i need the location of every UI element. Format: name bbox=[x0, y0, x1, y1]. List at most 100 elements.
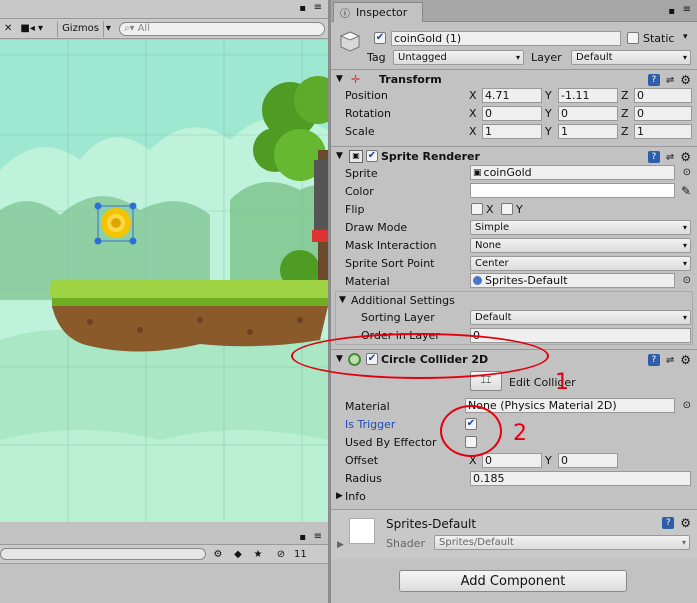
inspector-tab-bar: ⓘ Inspector ▪ ≡ bbox=[331, 0, 697, 22]
position-y-label: Y bbox=[545, 89, 552, 102]
shader-dropdown[interactable]: Sprites/Default ▾ bbox=[434, 535, 690, 550]
scene-search-input[interactable]: ⌕▾ All bbox=[118, 21, 325, 36]
scale-y-field[interactable]: 1 bbox=[558, 124, 618, 139]
help-icon[interactable]: ? bbox=[647, 74, 660, 86]
object-picker-icon[interactable]: ⊙ bbox=[683, 167, 691, 178]
sprite-renderer-enabled-checkbox[interactable]: ✔ bbox=[366, 150, 378, 162]
search-placeholder: All bbox=[137, 23, 150, 34]
camera-icon[interactable]: ■◂ ▾ bbox=[16, 21, 47, 37]
foldout-arrow-icon[interactable]: ▶ bbox=[336, 491, 343, 501]
sorting-layer-dropdown[interactable]: Default ▾ bbox=[470, 310, 691, 325]
foldout-arrow-icon[interactable]: ▼ bbox=[336, 74, 343, 84]
sprite-value: coinGold bbox=[483, 166, 532, 179]
panel-menu-icon-bottom[interactable]: ≡ bbox=[314, 531, 322, 542]
gameobject-name-field[interactable]: coinGold (1) bbox=[391, 31, 621, 46]
layer-value: Default bbox=[576, 52, 613, 63]
static-dropdown-icon[interactable]: ▾ bbox=[683, 32, 688, 42]
gear-icon[interactable]: ⚙ bbox=[680, 73, 691, 87]
flip-x-checkbox[interactable] bbox=[471, 203, 483, 215]
gear-icon[interactable]: ⚙ bbox=[680, 150, 691, 164]
sorting-layer-label: Sorting Layer bbox=[361, 311, 435, 324]
visible-count: 11 bbox=[294, 548, 307, 560]
transform-icon: ✛ bbox=[351, 73, 361, 86]
lock-icon[interactable]: ▪ bbox=[299, 3, 306, 14]
scale-z-field[interactable]: 1 bbox=[634, 124, 692, 139]
add-component-button[interactable]: Add Component bbox=[399, 570, 627, 592]
flip-y-checkbox[interactable] bbox=[501, 203, 513, 215]
position-y-field[interactable]: -1.11 bbox=[558, 88, 618, 103]
rotation-x-field[interactable]: 0 bbox=[482, 106, 542, 121]
foldout-arrow-icon[interactable]: ▶ bbox=[337, 540, 344, 550]
object-picker-icon[interactable]: ⊙ bbox=[683, 400, 691, 411]
sr-material-field[interactable]: Sprites-Default bbox=[470, 273, 675, 288]
help-icon[interactable]: ? bbox=[647, 151, 660, 163]
scene-tab-strip: ▪ ≡ bbox=[0, 0, 328, 19]
eyedropper-icon[interactable]: ✎ bbox=[681, 184, 691, 198]
preset-icon[interactable]: ⇌ bbox=[666, 152, 674, 163]
panel-menu-icon[interactable]: ≡ bbox=[683, 4, 691, 15]
shader-value: Sprites/Default bbox=[439, 537, 514, 548]
hidden-eye-icon[interactable]: ⊘ bbox=[270, 547, 292, 561]
info-foldout-label[interactable]: Info bbox=[345, 490, 366, 503]
static-checkbox[interactable] bbox=[627, 32, 639, 44]
position-z-field[interactable]: 0 bbox=[634, 88, 692, 103]
tag-value: Untagged bbox=[398, 52, 447, 63]
layer-dropdown[interactable]: Default ▾ bbox=[571, 50, 691, 65]
scale-y-label: Y bbox=[545, 125, 552, 138]
gameobject-active-checkbox[interactable]: ✔ bbox=[374, 32, 386, 44]
foldout-arrow-icon[interactable]: ▼ bbox=[336, 151, 343, 161]
label-icon[interactable]: ◆ bbox=[230, 547, 246, 561]
annotation-number-1: 1 bbox=[555, 370, 569, 395]
object-picker-icon[interactable]: ⊙ bbox=[683, 275, 691, 286]
static-label: Static bbox=[643, 32, 675, 45]
edit-collider-icon: ⌶⌶ bbox=[480, 376, 492, 386]
draw-mode-label: Draw Mode bbox=[345, 221, 408, 234]
help-icon[interactable]: ? bbox=[647, 354, 660, 366]
annotation-ellipse-1 bbox=[291, 333, 549, 379]
additional-settings-label[interactable]: Additional Settings bbox=[351, 294, 455, 307]
bg-bush-low bbox=[0, 430, 328, 522]
color-swatch[interactable] bbox=[470, 183, 675, 198]
mask-interaction-dropdown[interactable]: None ▾ bbox=[470, 238, 691, 253]
cc-material-field[interactable]: None (Physics Material 2D) bbox=[465, 398, 675, 413]
sprite-field[interactable]: ▣ coinGold bbox=[470, 165, 675, 180]
help-icon[interactable]: ? bbox=[662, 517, 675, 529]
sprite-sort-point-dropdown[interactable]: Center ▾ bbox=[470, 256, 691, 271]
offset-y-label: Y bbox=[545, 454, 552, 467]
cc-material-label: Material bbox=[345, 400, 390, 413]
filter-icon[interactable]: ⚙ bbox=[210, 547, 226, 561]
scale-x-field[interactable]: 1 bbox=[482, 124, 542, 139]
gameobject-icon bbox=[339, 30, 361, 52]
gear-icon[interactable]: ⚙ bbox=[680, 516, 691, 530]
tools-icon[interactable]: ✕ bbox=[0, 21, 16, 37]
offset-y-field[interactable]: 0 bbox=[558, 453, 618, 468]
position-label: Position bbox=[345, 89, 388, 102]
lock-icon-bottom[interactable]: ▪ bbox=[299, 532, 306, 543]
foldout-arrow-icon[interactable]: ▼ bbox=[339, 295, 346, 305]
draw-mode-dropdown[interactable]: Simple ▾ bbox=[470, 220, 691, 235]
rotation-z-field[interactable]: 0 bbox=[634, 106, 692, 121]
tab-inspector[interactable]: ⓘ Inspector bbox=[333, 2, 423, 22]
position-x-field[interactable]: 4.71 bbox=[482, 88, 542, 103]
transform-header[interactable]: ▼ ✛ Transform ? ⇌ ⚙ bbox=[331, 69, 697, 89]
preset-icon[interactable]: ⇌ bbox=[666, 355, 674, 366]
annotation-ellipse-2 bbox=[440, 405, 502, 457]
sprite-renderer-header[interactable]: ▼ ▣ ✔ Sprite Renderer ? ⇌ ⚙ bbox=[331, 146, 697, 166]
gear-icon[interactable]: ⚙ bbox=[680, 353, 691, 367]
gizmos-button[interactable]: Gizmos bbox=[57, 20, 104, 37]
transform-title: Transform bbox=[379, 73, 442, 86]
tag-dropdown[interactable]: Untagged ▾ bbox=[393, 50, 524, 65]
rotation-z-label: Z bbox=[621, 107, 629, 120]
star-icon[interactable]: ★ bbox=[250, 547, 266, 561]
rotation-y-field[interactable]: 0 bbox=[558, 106, 618, 121]
lock-icon[interactable]: ▪ bbox=[668, 6, 675, 17]
inspector-panel: ⓘ Inspector ▪ ≡ ✔ coinGold (1) Static ▾ … bbox=[331, 0, 697, 603]
scene-viewport[interactable] bbox=[0, 40, 328, 522]
offset-x-field[interactable]: 0 bbox=[482, 453, 542, 468]
preset-icon[interactable]: ⇌ bbox=[666, 75, 674, 86]
radius-field[interactable]: 0.185 bbox=[470, 471, 691, 486]
gizmos-dropdown-icon[interactable]: ▾ bbox=[104, 21, 113, 37]
horizontal-scrollbar[interactable] bbox=[0, 548, 206, 560]
panel-menu-icon[interactable]: ≡ bbox=[314, 2, 322, 13]
flip-label: Flip bbox=[345, 203, 365, 216]
